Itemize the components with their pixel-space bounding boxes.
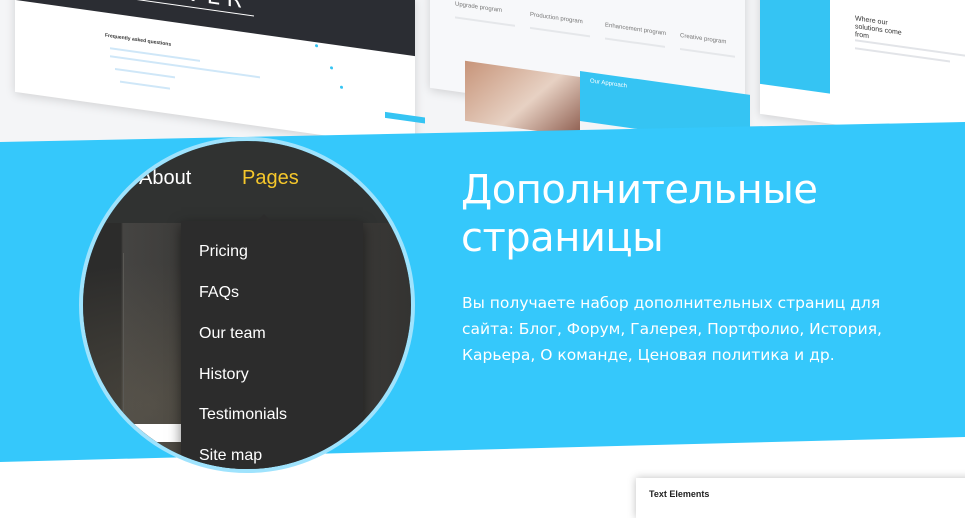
preview-line <box>855 47 950 63</box>
feature-description: Вы получаете набор дополнительных страни… <box>462 294 882 364</box>
feature-heading: Дополнительные страницы <box>461 167 818 261</box>
preview-col-title: Production program <box>530 11 583 26</box>
white-bar <box>83 424 188 442</box>
preview-line <box>120 80 170 90</box>
menu-magnifier: About Pages Pricing FAQs Our team Histor… <box>79 137 415 473</box>
preview-programs-page[interactable]: Upgrade program Production program Enhan… <box>430 0 750 145</box>
preview-line <box>115 67 175 79</box>
dropdown-item-history[interactable]: History <box>199 366 249 384</box>
preview-col-title: Enhancement program <box>605 22 667 38</box>
preview-line <box>680 48 735 58</box>
preview-approach-label: Our Approach <box>590 78 628 90</box>
preview-button <box>385 111 425 124</box>
preview-blue-block <box>760 0 830 94</box>
preview-faq-page[interactable]: CLEVER Frequently asked questions <box>15 0 425 149</box>
preview-photo <box>465 60 580 137</box>
preview-dot <box>340 85 343 89</box>
dropdown-item-faqs[interactable]: FAQs <box>199 284 239 302</box>
preview-line <box>605 37 665 48</box>
preview-dot <box>330 66 333 70</box>
dropdown-item-our-team[interactable]: Our team <box>199 325 266 343</box>
pages-dropdown: Pricing FAQs Our team History Testimonia… <box>181 214 363 469</box>
dropdown-item-testimonials[interactable]: Testimonials <box>199 406 287 424</box>
preview-line <box>110 47 200 62</box>
dropdown-item-site-map[interactable]: Site map <box>199 447 262 465</box>
preview-col-title: Upgrade program <box>455 1 503 14</box>
nav-dot <box>353 173 363 183</box>
text-elements-card[interactable]: Text Elements <box>636 478 965 518</box>
preview-dot <box>315 44 318 48</box>
preview-col-title: Creative program <box>680 33 727 46</box>
nav-about[interactable]: About <box>139 167 191 190</box>
dropdown-item-pricing[interactable]: Pricing <box>199 243 248 261</box>
card-title: Text Elements <box>649 489 710 499</box>
preview-faq-title: Frequently asked questions <box>105 32 172 48</box>
preview-line <box>455 16 515 27</box>
preview-line <box>530 26 590 38</box>
nav-pages[interactable]: Pages <box>242 167 299 190</box>
